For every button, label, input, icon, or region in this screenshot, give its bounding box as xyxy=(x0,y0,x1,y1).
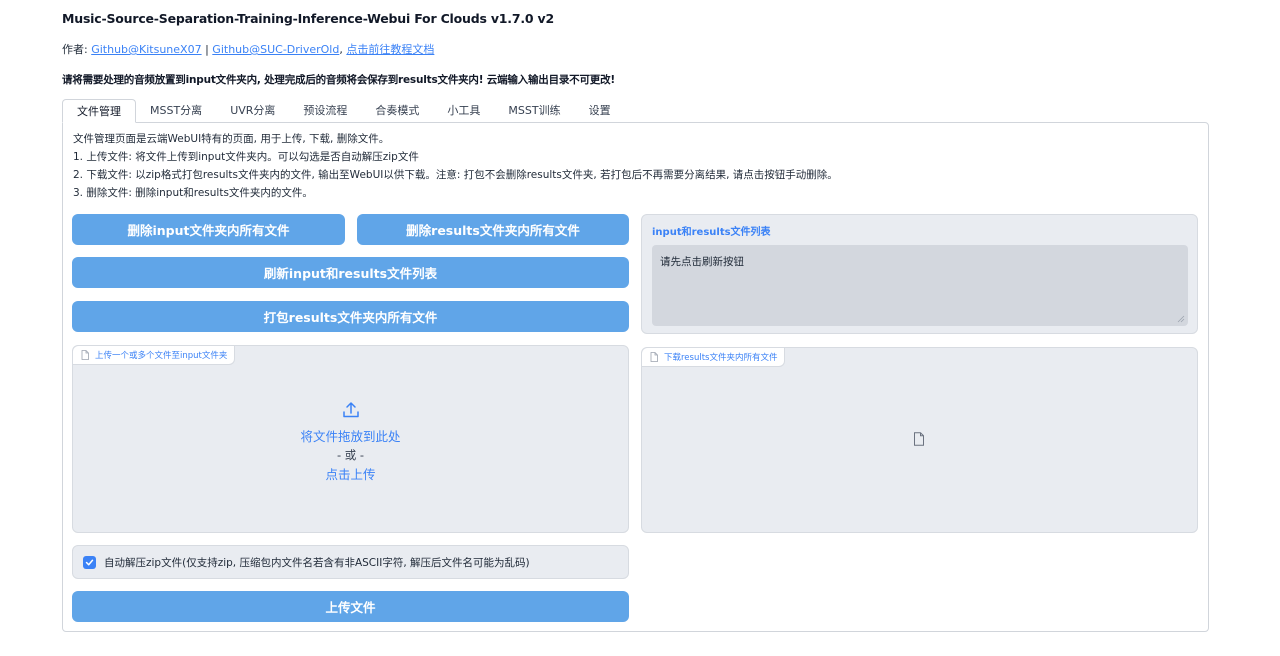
tab-file-management[interactable]: 文件管理 xyxy=(62,99,136,123)
tab-preset-flow[interactable]: 预设流程 xyxy=(289,99,361,123)
refresh-list-button[interactable]: 刷新input和results文件列表 xyxy=(72,257,629,288)
pack-results-button[interactable]: 打包results文件夹内所有文件 xyxy=(72,301,629,332)
file-list-textarea[interactable]: 请先点击刷新按钮 xyxy=(652,245,1188,326)
check-icon xyxy=(85,559,94,565)
delete-results-button[interactable]: 删除results文件夹内所有文件 xyxy=(357,214,629,245)
author-prefix: 作者: xyxy=(62,43,92,56)
description-line: 文件管理页面是云端WebUI特有的页面, 用于上传, 下载, 删除文件。 xyxy=(73,133,390,145)
tab-ensemble-mode[interactable]: 合奏模式 xyxy=(361,99,433,123)
tab-msst-training[interactable]: MSST训练 xyxy=(494,99,574,123)
upload-button[interactable]: 上传文件 xyxy=(72,591,629,622)
drop-area[interactable]: 将文件拖放到此处 - 或 - 点击上传 xyxy=(73,401,628,484)
tab-bar: 文件管理 MSST分离 UVR分离 预设流程 合奏模式 小工具 MSST训练 设… xyxy=(62,99,625,123)
resize-grip-icon[interactable] xyxy=(1177,315,1185,323)
upload-dropzone[interactable]: 上传一个或多个文件至input文件夹 将文件拖放到此处 - 或 - 点击上传 xyxy=(72,345,629,533)
upload-box-label-text: 上传一个或多个文件至input文件夹 xyxy=(95,351,228,361)
file-list-label: input和results文件列表 xyxy=(652,227,771,238)
upload-box-label: 上传一个或多个文件至input文件夹 xyxy=(73,346,236,365)
app-title: Music-Source-Separation-Training-Inferen… xyxy=(62,11,554,26)
download-box-label: 下载results文件夹内所有文件 xyxy=(642,348,786,367)
delete-input-button[interactable]: 删除input文件夹内所有文件 xyxy=(72,214,345,245)
author-link-kitsunex07[interactable]: Github@KitsuneX07 xyxy=(91,43,201,56)
download-box-label-text: 下载results文件夹内所有文件 xyxy=(664,353,778,363)
description-line: 1. 上传文件: 将文件上传到input文件夹内。可以勾选是否自动解压zip文件 xyxy=(73,151,419,163)
tab-uvr-separation[interactable]: UVR分离 xyxy=(216,99,289,123)
auto-unzip-option[interactable]: 自动解压zip文件(仅支持zip, 压缩包内文件名若含有非ASCII字符, 解压… xyxy=(72,545,629,579)
empty-file-icon xyxy=(914,432,924,446)
or-text: - 或 - xyxy=(336,448,365,462)
description-line: 3. 删除文件: 删除input和results文件夹内的文件。 xyxy=(73,187,313,199)
file-list-value: 请先点击刷新按钮 xyxy=(660,256,744,268)
file-icon xyxy=(81,350,89,360)
cloud-notice: 请将需要处理的音频放置到input文件夹内, 处理完成后的音频将会保存到resu… xyxy=(62,74,615,86)
file-list-panel: input和results文件列表 请先点击刷新按钮 xyxy=(641,214,1198,334)
click-to-upload[interactable]: 点击上传 xyxy=(73,465,628,484)
upload-icon xyxy=(342,402,359,418)
tutorial-link[interactable]: 点击前往教程文档 xyxy=(346,43,434,56)
tab-msst-separation[interactable]: MSST分离 xyxy=(136,99,216,123)
download-panel: 下载results文件夹内所有文件 xyxy=(641,347,1198,533)
author-link-suc-driverold[interactable]: Github@SUC-DriverOld xyxy=(212,43,339,56)
tab-settings[interactable]: 设置 xyxy=(575,99,625,123)
file-icon xyxy=(650,352,658,362)
author-line: 作者: Github@KitsuneX07 | Github@SUC-Drive… xyxy=(62,41,434,57)
description-line: 2. 下载文件: 以zip格式打包results文件夹内的文件, 输出至WebU… xyxy=(73,169,838,181)
auto-unzip-label: 自动解压zip文件(仅支持zip, 压缩包内文件名若含有非ASCII字符, 解压… xyxy=(104,556,530,569)
tab-tools[interactable]: 小工具 xyxy=(433,99,494,123)
drop-text: 将文件拖放到此处 xyxy=(300,429,401,444)
page-description: 文件管理页面是云端WebUI特有的页面, 用于上传, 下载, 删除文件。 1. … xyxy=(73,130,838,202)
author-separator: | xyxy=(201,43,213,56)
auto-unzip-checkbox[interactable] xyxy=(83,555,96,569)
